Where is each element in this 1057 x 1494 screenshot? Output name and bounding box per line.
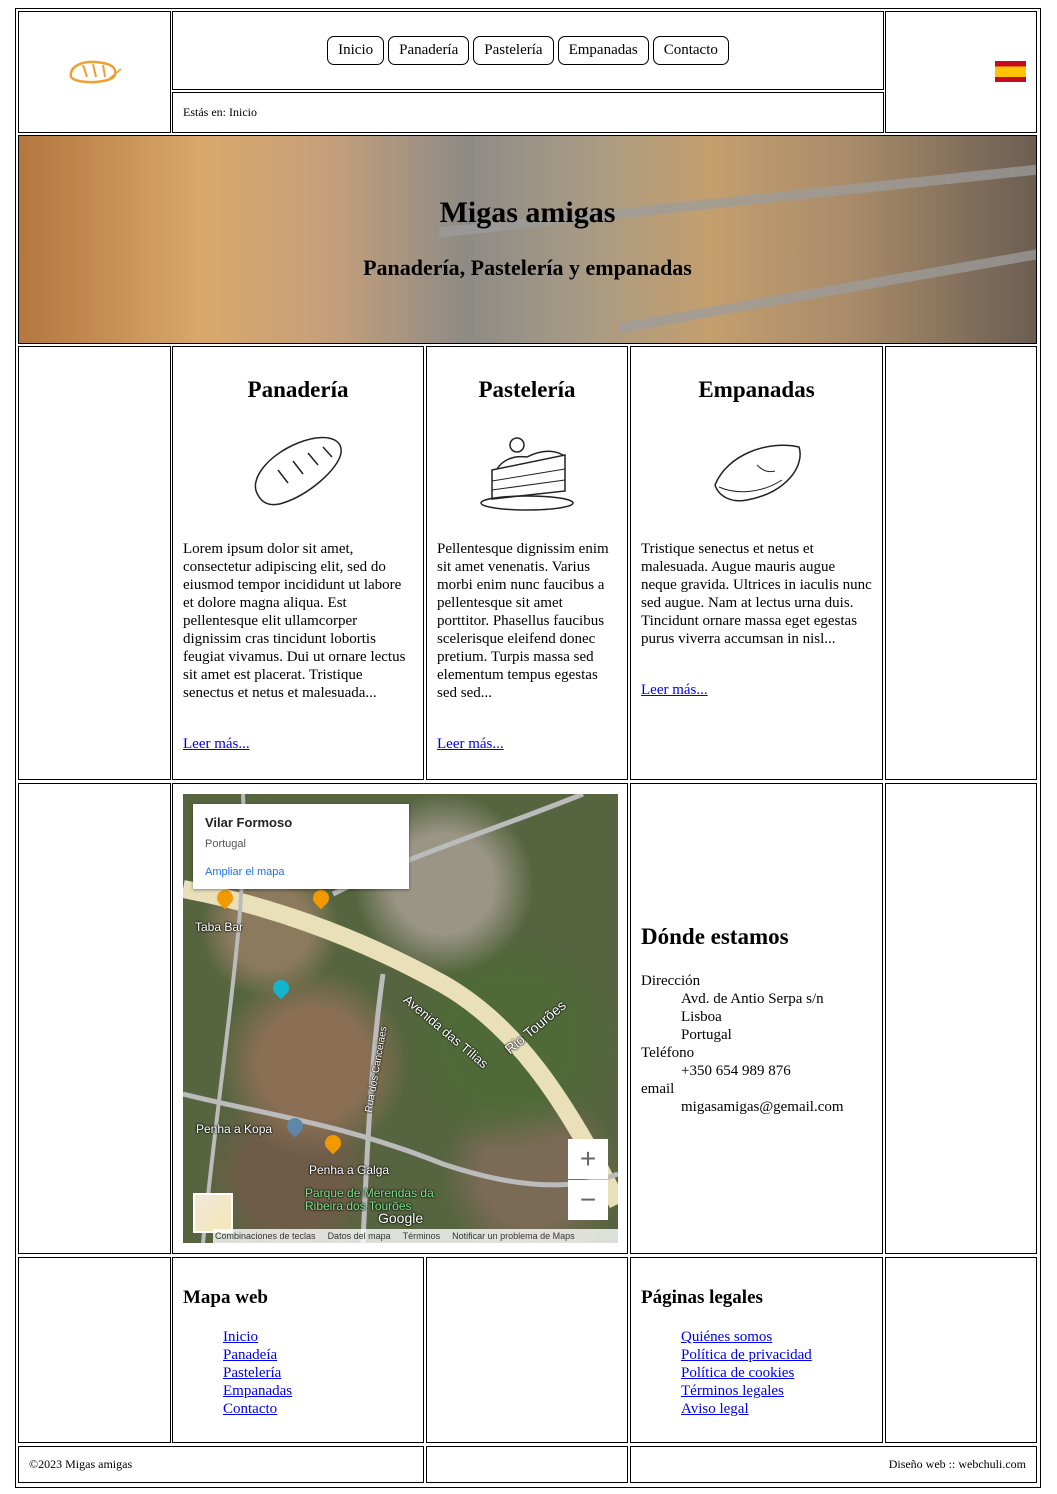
cake-icon <box>480 437 574 511</box>
legal-link-privacy[interactable]: Política de privacidad <box>681 1347 812 1363</box>
product-title: Panadería <box>247 377 349 402</box>
list-item: Términos legales <box>681 1382 812 1400</box>
address-line: Avd. de Antio Serpa s/n <box>681 991 824 1007</box>
sitemap-title: Mapa web <box>183 1287 268 1308</box>
legal-list: Quiénes somos Política de privacidad Pol… <box>641 1328 812 1418</box>
list-item: Empanadas <box>223 1382 292 1400</box>
nav-panaderia[interactable]: Panadería <box>388 36 470 65</box>
sitemap-link-pasteleria[interactable]: Pastelería <box>223 1365 281 1381</box>
legal-cell: Páginas legales Quiénes somos Política d… <box>630 1257 883 1443</box>
phone-value: +350 654 989 876 <box>681 1063 791 1079</box>
list-item: Política de privacidad <box>681 1346 812 1364</box>
google-logo: Google <box>378 1210 424 1226</box>
copyright-text: ©2023 Migas amigas <box>29 1457 133 1471</box>
location-cell: Dónde estamos Dirección Avd. de Antio Se… <box>630 783 883 1254</box>
location-title: Dónde estamos <box>641 924 789 949</box>
spacer-cell <box>885 783 1037 1254</box>
sitemap-list: Inicio Panadeía Pastelería Empanadas Con… <box>183 1328 292 1418</box>
nav-pasteleria[interactable]: Pastelería <box>473 36 554 65</box>
address-line: Portugal <box>681 1027 732 1043</box>
read-more-link[interactable]: Leer más... <box>183 736 250 753</box>
legal-link-terms[interactable]: Términos legales <box>681 1383 784 1399</box>
map-label: Penha a Kopa <box>196 1122 273 1136</box>
hero-banner: Migas amigas Panadería, Pastelería y emp… <box>18 135 1037 344</box>
bread-logo-icon[interactable] <box>65 55 125 89</box>
email-label: email <box>641 1081 675 1097</box>
copyright-cell: ©2023 Migas amigas <box>18 1446 424 1483</box>
map-report-link[interactable]: Notificar un problema de Maps <box>452 1231 575 1241</box>
product-card-panaderia: Panadería Lorem ipsum dolor sit amet, co… <box>172 346 424 780</box>
credit-cell: Diseño web :: webchuli.com <box>630 1446 1037 1483</box>
list-item: Quiénes somos <box>681 1328 812 1346</box>
map-cell: Taba Bar Avenida das Tílias Rio Tourões … <box>172 783 628 1254</box>
zoom-in-button[interactable]: + <box>568 1139 608 1179</box>
map-data-link[interactable]: Datos del mapa <box>328 1231 391 1241</box>
language-cell <box>885 11 1037 133</box>
list-item: Pastelería <box>223 1364 292 1382</box>
breadcrumb-text: Estás en: Inicio <box>183 105 257 119</box>
spacer-cell <box>426 1446 628 1483</box>
map-place-name: Vilar Formoso <box>205 815 293 830</box>
spacer-cell <box>18 1257 171 1443</box>
email-value: migasamigas@gemail.com <box>681 1099 844 1115</box>
list-item: Panadeía <box>223 1346 292 1364</box>
address-line: Lisboa <box>681 1009 722 1025</box>
main-nav: Inicio Panadería Pastelería Empanadas Co… <box>172 11 884 90</box>
product-text: Pellentesque dignissim enim sit amet ven… <box>437 541 609 701</box>
read-more-link[interactable]: Leer más... <box>641 682 708 699</box>
sitemap-link-contacto[interactable]: Contacto <box>223 1401 277 1417</box>
nav-contacto[interactable]: Contacto <box>652 36 729 65</box>
list-item: Aviso legal <box>681 1400 812 1418</box>
list-item: Contacto <box>223 1400 292 1418</box>
spain-flag-icon[interactable] <box>995 61 1026 82</box>
zoom-out-button[interactable]: − <box>568 1180 608 1220</box>
hero-background-image <box>19 136 1036 343</box>
list-item: Política de cookies <box>681 1364 812 1382</box>
product-title: Pastelería <box>478 377 576 402</box>
spacer-cell <box>885 346 1037 780</box>
nav-inicio[interactable]: Inicio <box>327 36 385 65</box>
address-label: Dirección <box>641 973 701 989</box>
spacer-cell <box>885 1257 1037 1443</box>
map-layers-button[interactable] <box>193 1193 233 1233</box>
sitemap-link-panaderia[interactable]: Panadeía <box>223 1347 277 1363</box>
product-title: Empanadas <box>698 377 815 402</box>
map-label: Penha a Galga <box>309 1163 390 1177</box>
google-map[interactable]: Taba Bar Avenida das Tílias Rio Tourões … <box>183 794 618 1243</box>
read-more-link[interactable]: Leer más... <box>437 736 504 753</box>
nav-empanadas[interactable]: Empanadas <box>557 36 649 65</box>
product-text: Lorem ipsum dolor sit amet, consectetur … <box>183 541 406 701</box>
sitemap-link-empanadas[interactable]: Empanadas <box>223 1383 292 1399</box>
map-info-card: Vilar Formoso Portugal Ampliar el mapa <box>193 804 409 889</box>
sitemap-link-inicio[interactable]: Inicio <box>223 1329 258 1345</box>
map-shortcuts-link[interactable]: Combinaciones de teclas <box>215 1231 316 1241</box>
contact-details: Dirección Avd. de Antio Serpa s/n Lisboa… <box>641 972 844 1116</box>
product-card-empanadas: Empanadas Tristique senectus et netus et… <box>630 346 883 780</box>
credit-text: Diseño web :: webchuli.com <box>888 1457 1026 1471</box>
phone-label: Teléfono <box>641 1045 695 1061</box>
legal-link-notice[interactable]: Aviso legal <box>681 1401 749 1417</box>
legal-title: Páginas legales <box>641 1287 763 1308</box>
bread-icon <box>254 436 342 506</box>
product-card-pasteleria: Pastelería Pellentesque dignissim enim s… <box>426 346 628 780</box>
map-terms-link[interactable]: Términos <box>403 1231 441 1241</box>
spacer-cell <box>18 346 171 780</box>
map-place-country: Portugal <box>205 838 246 850</box>
sitemap-cell: Mapa web Inicio Panadeía Pastelería Empa… <box>172 1257 424 1443</box>
empanada-icon <box>713 444 801 502</box>
spacer-cell <box>18 783 171 1254</box>
spacer-cell <box>426 1257 628 1443</box>
expand-map-link[interactable]: Ampliar el mapa <box>205 866 284 878</box>
legal-link-cookies[interactable]: Política de cookies <box>681 1365 794 1381</box>
map-footer: Combinaciones de teclas Datos del mapa T… <box>213 1229 618 1243</box>
hero-title: Migas amigas <box>439 196 616 229</box>
logo-cell <box>18 11 171 133</box>
product-text: Tristique senectus et netus et malesuada… <box>641 541 872 647</box>
map-label: Taba Bar <box>195 920 244 934</box>
list-item: Inicio <box>223 1328 292 1346</box>
hero-subtitle: Panadería, Pastelería y empanadas <box>363 255 692 280</box>
legal-link-about[interactable]: Quiénes somos <box>681 1329 772 1345</box>
breadcrumb: Estás en: Inicio <box>172 92 884 133</box>
